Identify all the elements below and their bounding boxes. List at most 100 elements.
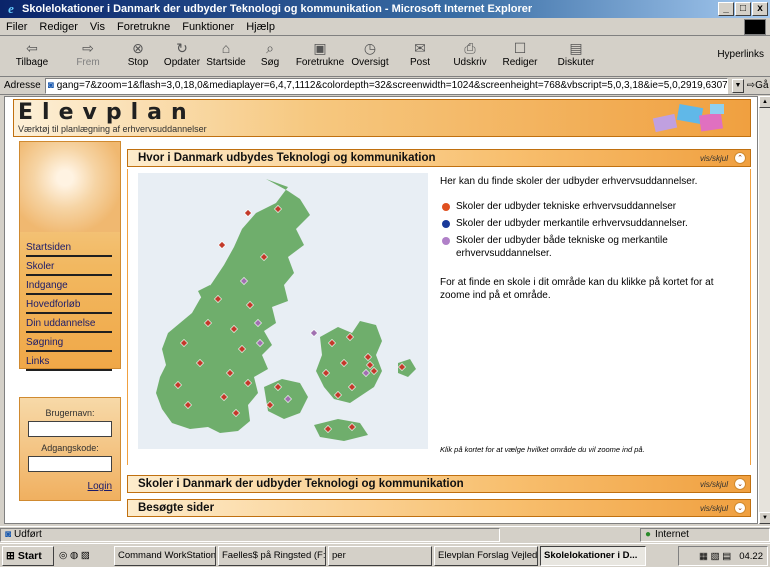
panel-schools-toggle-label[interactable]: vis/skjul — [700, 480, 728, 489]
intro-text: Her kan du finde skoler der udbyder erhv… — [440, 176, 698, 187]
task-label-1: Faelles$ på Ringsted (F:) — [222, 550, 326, 561]
vertical-scrollbar[interactable]: ▲ ▼ — [758, 96, 770, 524]
panel-visited-toggle-label[interactable]: vis/skjul — [700, 504, 728, 513]
panel-map-toggle-label[interactable]: vis/skjul — [700, 154, 728, 163]
menu-hjaelp[interactable]: Hjælp — [246, 21, 275, 33]
nav-hovedforloeb[interactable]: Hovedforløb — [26, 295, 112, 314]
desktop-quicklaunch-icon[interactable]: ▨ — [81, 550, 90, 561]
password-input[interactable] — [28, 456, 112, 472]
scroll-down-arrow-icon[interactable]: ▼ — [759, 512, 770, 524]
home-icon: ⌂ — [221, 40, 231, 56]
maximize-button[interactable]: □ — [735, 2, 751, 16]
status-done: Udført — [14, 529, 42, 540]
help-text: For at finde en skole i dit område kan d… — [440, 277, 714, 301]
discuss-button[interactable]: ▤ Diskuter — [548, 37, 604, 77]
site-header: Elevplan Værktøj til planlægning af erhv… — [13, 99, 751, 137]
forward-label: Frem — [76, 57, 100, 68]
favorites-label: Foretrukne — [295, 57, 345, 68]
username-label: Brugernavn: — [45, 408, 95, 418]
search-icon: ⌕ — [266, 39, 274, 56]
legend-dot-blue — [442, 220, 450, 228]
address-input[interactable]: ◙ gang=7&zoom=1&flash=3,0,18,0&mediaplaye… — [44, 77, 728, 94]
history-label: Oversigt — [351, 57, 389, 68]
start-label: Start — [17, 549, 42, 562]
panel-map-header[interactable]: Hvor i Danmark udbydes Teknologi og komm… — [127, 149, 751, 167]
home-button[interactable]: ⌂ Startside — [204, 37, 248, 77]
tray-icons[interactable]: ▦ ▧ ▤ — [699, 551, 731, 562]
nav-soegning[interactable]: Søgning — [26, 333, 112, 352]
print-button[interactable]: ⎙ Udskriv — [448, 37, 492, 77]
mail-label: Post — [409, 57, 430, 68]
links-button[interactable]: Hyperlinks — [717, 49, 764, 60]
denmark-map[interactable] — [138, 173, 428, 449]
nav-startsiden[interactable]: Startsiden — [26, 238, 112, 257]
nav-indgange[interactable]: Indgange — [26, 276, 112, 295]
outlook-quicklaunch-icon[interactable]: ◍ — [70, 550, 78, 561]
menu-foretrukne[interactable]: Foretrukne — [117, 21, 170, 33]
print-icon: ⎙ — [464, 39, 476, 56]
menu-filer[interactable]: Filer — [6, 21, 27, 33]
refresh-label: Opdater — [163, 57, 201, 68]
expand-icon[interactable]: ⌄ — [734, 502, 746, 514]
map-description: Her kan du finde skoler der udbyder erhv… — [440, 175, 740, 302]
done-icon: ◙ — [5, 529, 12, 540]
task-label-2: per — [332, 550, 346, 561]
nav-din-uddannelse[interactable]: Din uddannelse — [26, 314, 112, 333]
collapse-icon[interactable]: ⌃ — [734, 152, 746, 164]
address-dropdown[interactable]: ▼ — [732, 78, 744, 93]
start-button[interactable]: ⊞ Start — [2, 545, 54, 566]
search-button[interactable]: ⌕ Søg — [248, 37, 292, 77]
panel-schools-header[interactable]: Skoler i Danmark der udbyder Teknologi o… — [127, 475, 751, 493]
sidebar: Startsiden Skoler Indgange Hovedforløb D… — [19, 141, 121, 371]
site-tagline: Værktøj til planlægning af erhvervsuddan… — [18, 124, 207, 134]
menu-vis[interactable]: Vis — [90, 21, 105, 33]
task-skolelokationer[interactable]: Skolelokationer i D... — [540, 545, 646, 566]
discuss-label: Diskuter — [557, 57, 595, 68]
map-panel-content: Her kan du finde skoler der udbyder erhv… — [127, 169, 751, 465]
favorites-button[interactable]: ▣ Foretrukne — [292, 37, 348, 77]
quick-launch: ◎ ◍ ▨ — [56, 546, 112, 566]
history-button[interactable]: ◷ Oversigt — [348, 37, 392, 77]
refresh-button[interactable]: ↻ Opdater — [160, 37, 204, 77]
legend-mercantile: Skoler der udbyder merkantile erhvervsud… — [440, 217, 740, 230]
nav-skoler[interactable]: Skoler — [26, 257, 112, 276]
task-command-workstation[interactable]: Command WorkStation — [114, 545, 216, 566]
scroll-up-arrow-icon[interactable]: ▲ — [759, 96, 770, 108]
nav-links[interactable]: Links — [26, 352, 112, 371]
legend-technical: Skoler der udbyder tekniske erhvervsudda… — [440, 200, 740, 213]
ie-icon: e — [8, 1, 14, 16]
menu-rediger[interactable]: Rediger — [39, 21, 78, 33]
expand-icon[interactable]: ⌄ — [734, 478, 746, 490]
stop-button[interactable]: ⊗ Stop — [116, 37, 160, 77]
legend-mercantile-text: Skoler der udbyder merkantile erhvervsud… — [456, 218, 688, 229]
task-elevplan-forslag[interactable]: Elevplan Forslag Vejledn... — [434, 545, 538, 566]
title-bar: e Skolelokationer i Danmark der udbyder … — [0, 0, 770, 18]
panel-visited-title: Besøgte sider — [138, 502, 215, 514]
history-icon: ◷ — [363, 39, 377, 56]
forward-button[interactable]: ⇨ Frem — [60, 37, 116, 77]
menu-funktioner[interactable]: Funktioner — [182, 21, 234, 33]
close-button[interactable]: x — [752, 2, 768, 16]
system-tray: ▦ ▧ ▤ 04.22 — [678, 546, 768, 566]
address-url: gang=7&zoom=1&flash=3,0,18,0&mediaplayer… — [56, 80, 728, 91]
mail-button[interactable]: ✉ Post — [392, 37, 448, 77]
window-title: Skolelokationer i Danmark der udbyder Te… — [22, 3, 533, 15]
stop-icon: ⊗ — [132, 39, 144, 56]
panel-visited-header[interactable]: Besøgte sider vis/skjul ⌄ — [127, 499, 751, 517]
site-logo[interactable]: Elevplan — [18, 100, 196, 125]
task-faelles[interactable]: Faelles$ på Ringsted (F:) — [218, 545, 326, 566]
task-per[interactable]: per — [328, 545, 432, 566]
username-input[interactable] — [28, 421, 112, 437]
edit-button[interactable]: ☐ Rediger — [492, 37, 548, 77]
ie-quicklaunch-icon[interactable]: ◎ — [59, 550, 67, 561]
go-button[interactable]: ⇨Gå — [744, 80, 770, 91]
clock: 04.22 — [739, 550, 763, 562]
map-hint: Klik på kortet for at vælge hvilket områ… — [440, 445, 645, 454]
back-button[interactable]: ⇦ Tilbage — [4, 37, 60, 77]
status-text: ◙ Udført — [0, 527, 500, 542]
minimize-button[interactable]: _ — [718, 2, 734, 16]
legend-dot-purple — [442, 237, 450, 245]
menu-bar: Filer Rediger Vis Foretrukne Funktioner … — [0, 18, 770, 36]
login-button[interactable]: Login — [88, 481, 112, 492]
search-label: Søg — [260, 57, 280, 68]
